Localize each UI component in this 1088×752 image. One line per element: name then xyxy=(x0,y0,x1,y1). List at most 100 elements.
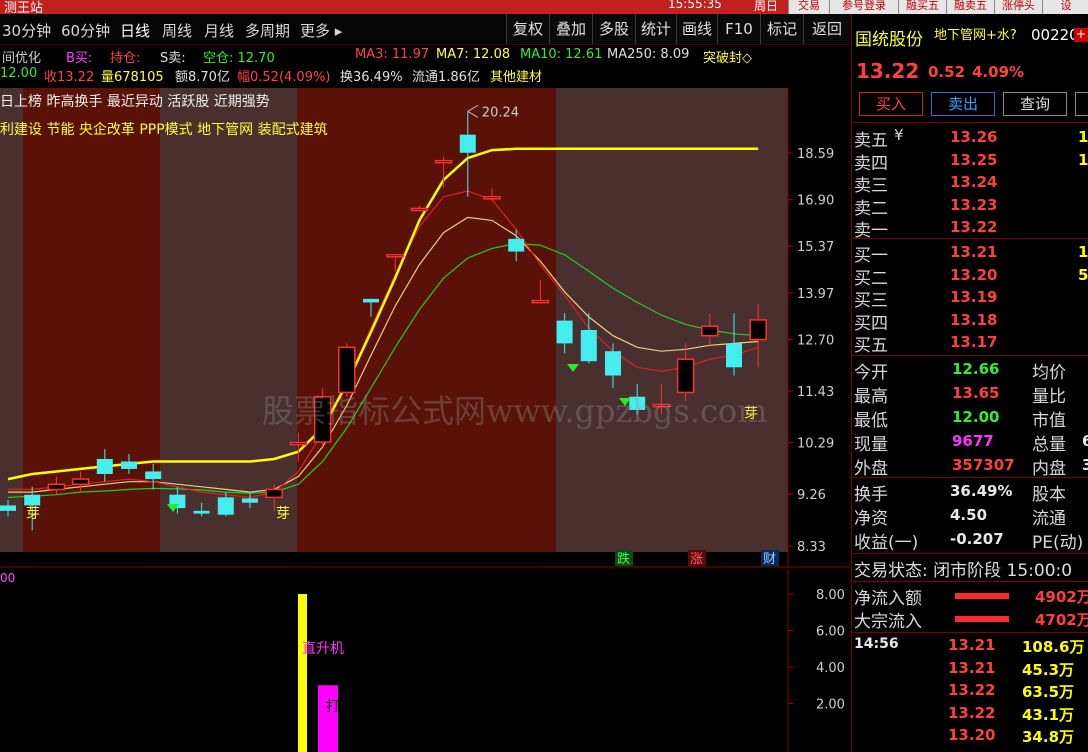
multi-stock-button[interactable]: 多股 xyxy=(592,14,635,44)
signal-bar xyxy=(318,685,338,752)
margin-buy5-button[interactable]: 融买五 xyxy=(898,0,946,14)
candle-body xyxy=(242,498,258,503)
hold-label: 持仓: xyxy=(110,51,141,66)
ask-label: 卖三 xyxy=(854,176,888,196)
signal-subchart[interactable]: 00 8.00 6.00 4.00 2.00 直升机打板 xyxy=(0,570,850,752)
candle-body xyxy=(47,483,66,491)
add-favorite-icon[interactable]: + xyxy=(1074,28,1088,42)
period-60min[interactable]: 60分钟 xyxy=(61,20,110,41)
info-area: 间优化 B买: 持仓: S卖: 空仓: 12.70 MA3: 11.97 MA7… xyxy=(0,45,850,87)
sprout-marker: 芽 xyxy=(276,506,290,522)
f10-button[interactable]: F10 xyxy=(717,14,760,44)
candle-body xyxy=(531,299,550,304)
s-sell-label: S卖: xyxy=(160,51,186,66)
fundamental-label: 流通 xyxy=(1032,509,1066,529)
adjust-button[interactable]: 复权 xyxy=(506,14,549,44)
chart-footer xyxy=(0,552,788,568)
more-menu[interactable]: 更多 ▸ xyxy=(300,20,342,41)
candle-body xyxy=(265,488,283,499)
stat-label: 内盘 xyxy=(1032,459,1066,479)
settings-button[interactable]: 设 xyxy=(1042,0,1088,14)
candle-body xyxy=(459,134,476,153)
query-button[interactable]: 查询 xyxy=(1003,92,1067,116)
period-30min[interactable]: 30分钟 xyxy=(2,20,51,41)
stat-value: 6 xyxy=(1082,432,1088,450)
bid-price: 13.18 xyxy=(950,310,998,329)
watermark: 股票指标公式网www.gpzbgs.com xyxy=(262,392,768,430)
stat-label: 现量 xyxy=(854,435,888,455)
signal-bar xyxy=(298,594,307,752)
tick-volume: 34.8万 xyxy=(1022,728,1075,746)
candle-body xyxy=(605,351,621,376)
concept-tags-line2: 利建设 节能 央企改革 PPP模式 地下管网 装配式建筑 xyxy=(0,122,328,138)
fundamental-value: 36.49% xyxy=(950,482,1013,500)
sub-axis-label: 6.00 xyxy=(816,625,845,640)
volume-value: 量678105 xyxy=(101,70,164,85)
period-multi[interactable]: 多周期 xyxy=(245,20,290,41)
turnover-value: 换36.49% xyxy=(340,70,403,85)
bid-price: 13.21 xyxy=(950,243,998,261)
price-change-pct: 4.09% xyxy=(972,63,1025,81)
ma250-value: MA250: 8.09 xyxy=(607,47,690,62)
divider xyxy=(852,122,1088,123)
amount-value: 额8.70亿 xyxy=(175,70,230,85)
more-order-button[interactable] xyxy=(1075,92,1088,116)
sell-button[interactable]: 卖出 xyxy=(931,92,995,116)
stat-label: 外盘 xyxy=(854,459,888,479)
open-value: 12.00 xyxy=(0,66,38,81)
trade-button[interactable]: 交易 xyxy=(788,0,829,14)
candle-body xyxy=(121,461,137,469)
ask-label: 卖五 xyxy=(854,131,888,151)
price-axis-label: 13.97 xyxy=(797,287,834,302)
draw-line-button[interactable]: 画线 xyxy=(676,14,717,44)
candle-body xyxy=(96,459,113,474)
statistics-button[interactable]: 统计 xyxy=(635,14,676,44)
stat-value: 12.00 xyxy=(952,408,1000,426)
fundamental-value: 4.50 xyxy=(950,506,988,524)
stock-concept-tag: 地下管网+水? xyxy=(934,28,1017,43)
stat-value: 13.65 xyxy=(952,384,1000,402)
period-daily[interactable]: 日线 xyxy=(120,20,150,41)
flow-label: 净流入额 xyxy=(854,589,922,609)
candlestick-chart[interactable]: 18.59 16.90 15.37 13.97 12.70 11.43 10.29 9.26 8… xyxy=(0,88,850,568)
limit-up-button[interactable]: 涨停头 xyxy=(994,0,1042,14)
max-price-label: 20.24 xyxy=(482,105,519,120)
ma3-value: MA3: 11.97 xyxy=(355,47,430,62)
stat-label: 今开 xyxy=(854,363,888,383)
fundamental-label: 收益(一) xyxy=(854,533,919,553)
flow-value: 4702万 xyxy=(1035,611,1088,629)
float-value: 流通1.86亿 xyxy=(412,70,480,85)
fundamental-label: PE(动) xyxy=(1032,533,1084,553)
price-axis-label: 10.29 xyxy=(797,437,834,452)
stat-value: 12.66 xyxy=(952,360,1000,378)
margin-sell5-button[interactable]: 融卖五 xyxy=(946,0,994,14)
divider xyxy=(852,238,1088,239)
chart-band xyxy=(23,88,160,552)
period-weekly[interactable]: 周线 xyxy=(162,20,192,41)
mark-button[interactable]: 标记 xyxy=(760,14,803,44)
candle-body xyxy=(434,159,453,164)
stat-label: 量比 xyxy=(1032,387,1066,407)
fundamental-label: 净资 xyxy=(854,509,888,529)
bid-volume: 1 xyxy=(1078,243,1088,261)
bid-label: 买四 xyxy=(854,313,888,334)
back-button[interactable]: 返回 xyxy=(803,14,850,44)
period-monthly[interactable]: 月线 xyxy=(204,20,234,41)
overlay-button[interactable]: 叠加 xyxy=(549,14,592,44)
indicator-name: 间优化 xyxy=(2,51,42,66)
buy-button[interactable]: 买入 xyxy=(859,92,923,116)
tick-price: 13.21 xyxy=(948,636,996,654)
bid-label: 买一 xyxy=(854,246,888,266)
account-login-button[interactable]: 参号登录 xyxy=(829,0,898,14)
bid-price: 13.17 xyxy=(950,333,998,351)
b-buy-label: B买: xyxy=(66,51,93,66)
stock-name: 国统股份 xyxy=(855,30,923,50)
divider xyxy=(852,632,1088,633)
candle-body xyxy=(0,505,16,511)
flow-bar xyxy=(955,616,1009,622)
tick-price: 13.22 xyxy=(948,681,996,699)
stat-label: 最高 xyxy=(854,387,888,407)
price-axis-label: 11.43 xyxy=(797,385,834,400)
candle-body xyxy=(508,238,525,252)
candle-body xyxy=(24,494,41,506)
